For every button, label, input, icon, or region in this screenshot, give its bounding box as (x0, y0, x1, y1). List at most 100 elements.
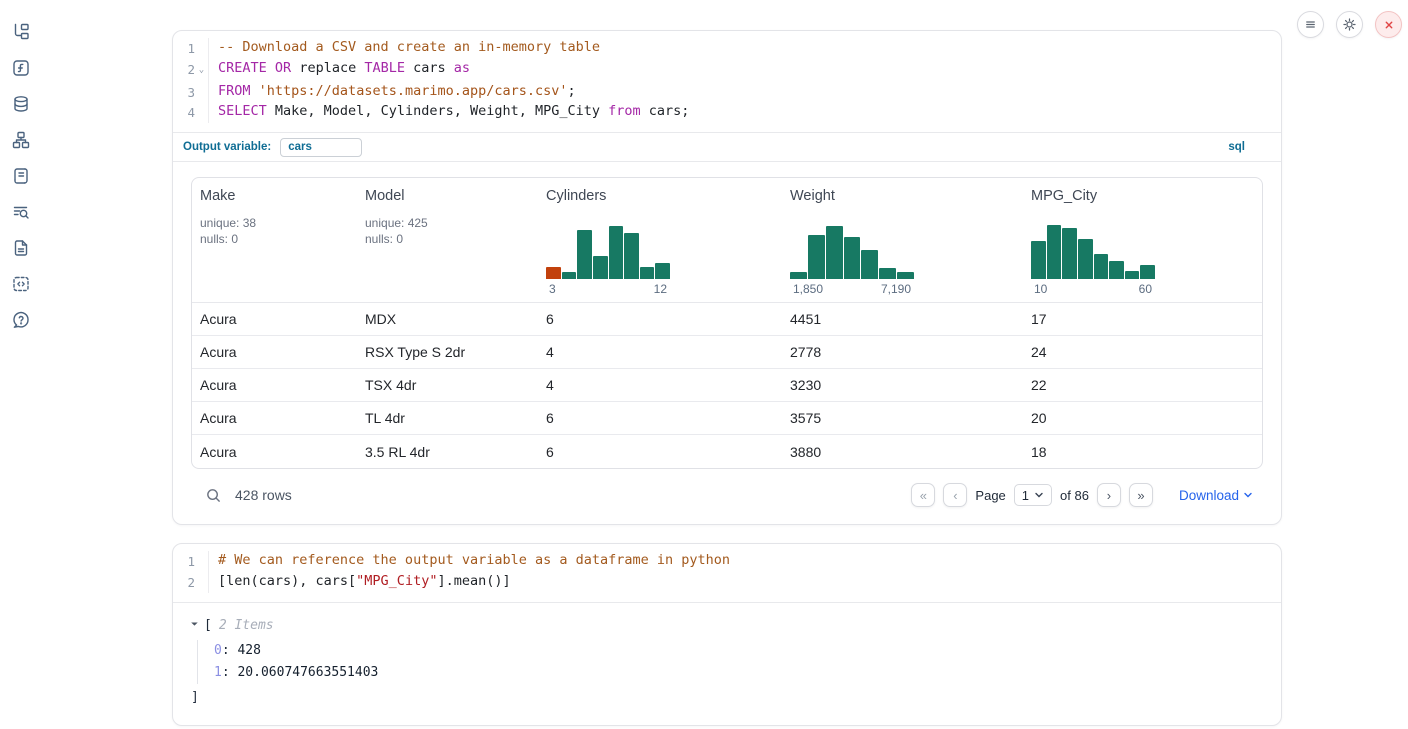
table-cell[interactable]: 4451 (782, 311, 1023, 327)
table-cell[interactable]: 3575 (782, 410, 1023, 426)
code-snippet-icon[interactable] (12, 275, 30, 293)
column-header-cylinders[interactable]: Cylinders 312 (538, 178, 782, 302)
file-text-icon[interactable] (12, 239, 30, 257)
histogram-bar[interactable] (640, 267, 655, 279)
table-cell[interactable]: 22 (1023, 377, 1262, 393)
table-cell[interactable]: Acura (192, 444, 357, 460)
function-square-icon[interactable] (12, 59, 30, 77)
code-line[interactable]: 2⌄CREATE OR replace TABLE cars as (173, 59, 1281, 82)
table-row[interactable]: AcuraRSX Type S 2dr4277824 (192, 336, 1262, 369)
column-name[interactable]: Model (365, 188, 530, 204)
table-cell[interactable]: 4 (538, 344, 782, 360)
histogram-bar[interactable] (624, 233, 639, 279)
histogram-bar[interactable] (861, 250, 878, 279)
histogram-bar[interactable] (897, 272, 914, 279)
column-name[interactable]: MPG_City (1031, 188, 1254, 204)
prev-page-button[interactable]: ‹ (943, 483, 967, 507)
table-cell[interactable]: MDX (357, 311, 538, 327)
histogram-bar[interactable] (1062, 228, 1077, 280)
histogram-bar[interactable] (808, 235, 825, 279)
first-page-button[interactable]: « (911, 483, 935, 507)
table-cell[interactable]: 2778 (782, 344, 1023, 360)
settings-button[interactable] (1336, 11, 1363, 38)
histogram-bar[interactable] (562, 272, 577, 279)
histogram-bar[interactable] (879, 268, 896, 279)
column-histogram[interactable]: 312 (546, 223, 774, 296)
histogram-bar[interactable] (593, 256, 608, 280)
histogram-bar[interactable] (546, 267, 561, 279)
code-line[interactable]: 1# We can reference the output variable … (173, 551, 1281, 572)
database-icon[interactable] (12, 95, 30, 113)
column-name[interactable]: Weight (790, 188, 1015, 204)
table-row[interactable]: Acura3.5 RL 4dr6388018 (192, 435, 1262, 468)
download-button[interactable]: Download (1179, 488, 1253, 503)
histogram-bar[interactable] (577, 230, 592, 279)
histogram-bar[interactable] (1125, 271, 1140, 279)
table-cell[interactable]: 24 (1023, 344, 1262, 360)
python-code-editor[interactable]: 1# We can reference the output variable … (173, 544, 1281, 601)
table-cell[interactable]: 6 (538, 444, 782, 460)
table-cell[interactable]: TSX 4dr (357, 377, 538, 393)
histogram-bar[interactable] (1047, 225, 1062, 279)
column-name[interactable]: Make (200, 188, 349, 204)
table-cell[interactable]: 17 (1023, 311, 1262, 327)
dependency-graph-icon[interactable] (12, 131, 30, 149)
sql-code-editor[interactable]: 1-- Download a CSV and create an in-memo… (173, 31, 1281, 132)
column-name[interactable]: Cylinders (546, 188, 774, 204)
table-cell[interactable]: RSX Type S 2dr (357, 344, 538, 360)
table-cell[interactable]: 3230 (782, 377, 1023, 393)
histogram-bar[interactable] (609, 226, 624, 279)
column-histogram[interactable]: 1,8507,190 (790, 223, 1015, 296)
histogram-bar[interactable] (655, 263, 670, 279)
column-header-weight[interactable]: Weight 1,8507,190 (782, 178, 1023, 302)
histogram-bar[interactable] (790, 272, 807, 279)
table-cell[interactable]: Acura (192, 311, 357, 327)
histogram-bar[interactable] (826, 226, 843, 279)
file-tree-icon[interactable] (12, 23, 30, 41)
table-row[interactable]: AcuraMDX6445117 (192, 303, 1262, 336)
table-row[interactable]: AcuraTL 4dr6357520 (192, 402, 1262, 435)
table-row[interactable]: AcuraTSX 4dr4323022 (192, 369, 1262, 402)
table-cell[interactable]: 20 (1023, 410, 1262, 426)
column-histogram[interactable]: 1060 (1031, 223, 1254, 296)
fold-chevron-icon (195, 82, 208, 103)
page-select[interactable]: 1 (1014, 484, 1052, 506)
next-page-button[interactable]: › (1097, 483, 1121, 507)
code-line[interactable]: 1-- Download a CSV and create an in-memo… (173, 38, 1281, 59)
column-header-make[interactable]: Makeunique: 38nulls: 0 (192, 178, 357, 302)
table-cell[interactable]: 3880 (782, 444, 1023, 460)
histogram-bar[interactable] (844, 237, 861, 280)
menu-button[interactable] (1297, 11, 1324, 38)
collapse-caret-icon[interactable]: ⏷ (191, 620, 204, 630)
table-cell[interactable]: 6 (538, 311, 782, 327)
scroll-icon[interactable] (12, 167, 30, 185)
help-chat-icon[interactable] (12, 311, 30, 329)
gear-icon (1342, 17, 1357, 32)
last-page-button[interactable]: » (1129, 483, 1153, 507)
table-cell[interactable]: 18 (1023, 444, 1262, 460)
search-icon[interactable] (205, 487, 222, 504)
shutdown-button[interactable] (1375, 11, 1402, 38)
page-label: Page (975, 488, 1005, 503)
code-line[interactable]: 3FROM 'https://datasets.marimo.app/cars.… (173, 82, 1281, 103)
histogram-bar[interactable] (1140, 265, 1155, 279)
code-line[interactable]: 2[len(cars), cars["MPG_City"].mean()] (173, 572, 1281, 593)
table-cell[interactable]: Acura (192, 410, 357, 426)
table-cell[interactable]: 4 (538, 377, 782, 393)
table-cell[interactable]: 6 (538, 410, 782, 426)
histogram-bar[interactable] (1094, 254, 1109, 279)
histogram-bar[interactable] (1109, 261, 1124, 279)
output-variable-input[interactable] (280, 138, 362, 157)
row-count: 428 rows (235, 487, 292, 503)
column-header-mpg_city[interactable]: MPG_City 1060 (1023, 178, 1262, 302)
table-cell[interactable]: Acura (192, 344, 357, 360)
search-list-icon[interactable] (12, 203, 30, 221)
histogram-bar[interactable] (1078, 239, 1093, 279)
table-cell[interactable]: Acura (192, 377, 357, 393)
fold-chevron-icon[interactable]: ⌄ (195, 59, 208, 82)
column-header-model[interactable]: Modelunique: 425nulls: 0 (357, 178, 538, 302)
table-cell[interactable]: TL 4dr (357, 410, 538, 426)
histogram-bar[interactable] (1031, 241, 1046, 279)
table-cell[interactable]: 3.5 RL 4dr (357, 444, 538, 460)
code-line[interactable]: 4SELECT Make, Model, Cylinders, Weight, … (173, 102, 1281, 123)
